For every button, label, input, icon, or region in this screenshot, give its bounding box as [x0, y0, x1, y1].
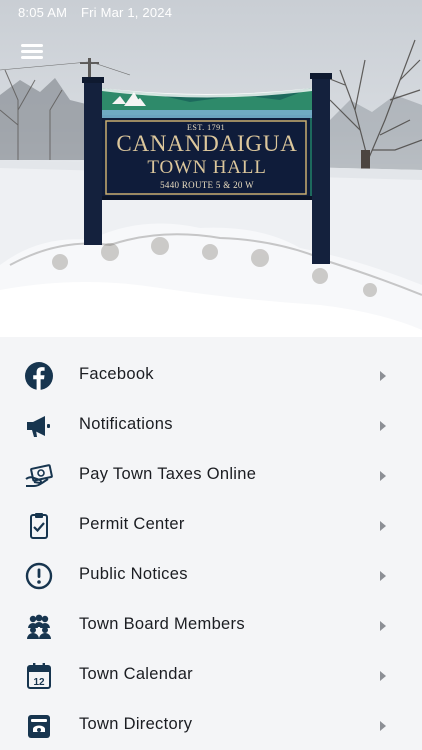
clipboard-check-icon — [24, 511, 54, 541]
chevron-right-icon — [380, 721, 386, 731]
hero-image: EST. 1791 CANANDAIGUA TOWN HALL 5440 ROU… — [0, 0, 422, 337]
menu-item-town-calendar[interactable]: 12 Town Calendar — [0, 650, 422, 700]
chevron-right-icon — [380, 471, 386, 481]
menu-item-public-notices[interactable]: Public Notices — [0, 550, 422, 600]
menu-item-town-board-members[interactable]: Town Board Members — [0, 600, 422, 650]
sign-title-text: CANANDAIGUA — [116, 131, 298, 156]
calendar-icon: 12 — [24, 661, 54, 691]
menu-item-label: Town Board Members — [79, 615, 245, 633]
menu-item-label: Pay Town Taxes Online — [79, 465, 257, 483]
status-date: Fri Mar 1, 2024 — [81, 5, 173, 20]
status-bar: 8:05 AM Fri Mar 1, 2024 — [0, 0, 422, 24]
svg-text:12: 12 — [33, 677, 45, 688]
chevron-right-icon — [380, 671, 386, 681]
menu-item-facebook[interactable]: Facebook — [0, 350, 422, 400]
menu-item-label: Public Notices — [79, 565, 188, 583]
menu-item-label: Town Directory — [79, 715, 193, 733]
hamburger-line — [21, 56, 43, 59]
phone-directory-icon — [24, 711, 54, 741]
money-hand-icon — [24, 461, 54, 491]
exclamation-circle-icon — [24, 561, 54, 591]
chevron-right-icon — [380, 521, 386, 531]
menu-item-label: Town Calendar — [79, 665, 193, 683]
sign-address-text: 5440 ROUTE 5 & 20 W — [160, 180, 254, 190]
chevron-right-icon — [380, 621, 386, 631]
sign-subtitle-text: TOWN HALL — [147, 157, 267, 178]
menu-item-label: Permit Center — [79, 515, 185, 533]
hamburger-menu-button[interactable] — [20, 42, 46, 62]
menu-item-label: Notifications — [79, 415, 173, 433]
hamburger-line — [21, 44, 43, 47]
chevron-right-icon — [380, 371, 386, 381]
chevron-right-icon — [380, 421, 386, 431]
menu-item-town-directory[interactable]: Town Directory — [0, 700, 422, 750]
status-time: 8:05 AM — [18, 5, 68, 20]
menu-item-pay-taxes[interactable]: Pay Town Taxes Online — [0, 450, 422, 500]
menu-item-permit-center[interactable]: Permit Center — [0, 500, 422, 550]
menu-list: Facebook Notifications Pay Town Taxes On… — [0, 350, 422, 750]
menu-item-label: Facebook — [79, 365, 154, 383]
hamburger-line — [21, 50, 43, 53]
megaphone-icon — [24, 411, 54, 441]
people-group-icon — [24, 611, 54, 641]
facebook-icon — [24, 361, 54, 391]
menu-item-notifications[interactable]: Notifications — [0, 400, 422, 450]
chevron-right-icon — [380, 571, 386, 581]
